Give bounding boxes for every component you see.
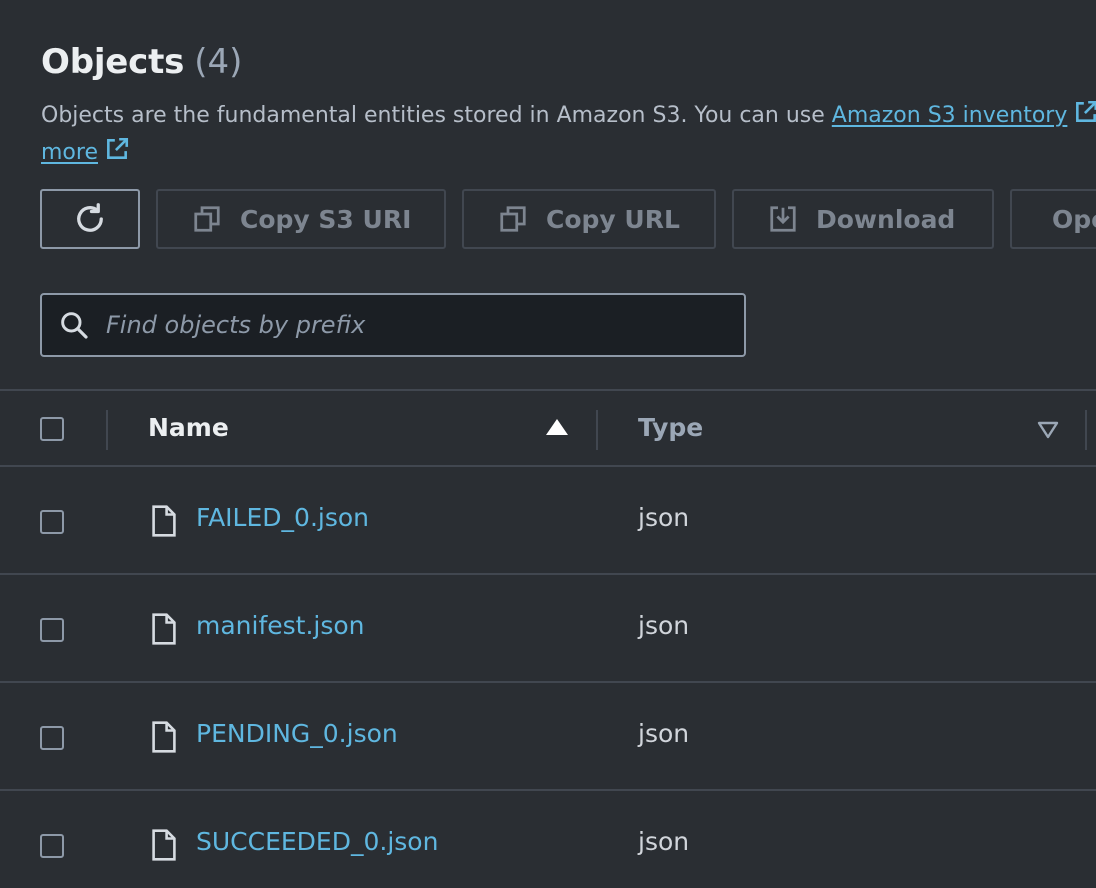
object-name-link[interactable]: manifest.json — [196, 611, 365, 640]
object-count: (4) — [194, 42, 243, 82]
file-icon — [151, 829, 177, 865]
inventory-link[interactable]: Amazon S3 inventory — [831, 100, 1096, 128]
copy-icon — [192, 204, 222, 234]
column-header-type[interactable]: Type — [638, 413, 703, 442]
description-text: Objects are the fundamental entities sto… — [41, 103, 832, 128]
table-header: Name Type — [0, 389, 1096, 467]
download-button[interactable]: Download — [732, 189, 994, 249]
open-label: Ope — [1052, 204, 1096, 234]
column-divider[interactable] — [106, 410, 108, 450]
external-link-icon — [1073, 99, 1096, 139]
column-divider[interactable] — [1085, 410, 1087, 450]
column-header-name[interactable]: Name — [148, 413, 229, 442]
more-link-label: more — [41, 140, 98, 165]
copy-s3-uri-button[interactable]: Copy S3 URI — [156, 189, 446, 249]
page-title-row: Objects (4) — [41, 42, 242, 86]
toolbar: Copy S3 URI Copy URL Download Ope — [0, 189, 1096, 253]
copy-icon — [498, 204, 528, 234]
row-checkbox[interactable] — [40, 726, 64, 750]
select-all-checkbox[interactable] — [40, 417, 64, 441]
inventory-link-label: Amazon S3 inventory — [831, 103, 1068, 128]
object-name-link[interactable]: FAILED_0.json — [196, 503, 369, 532]
row-checkbox[interactable] — [40, 618, 64, 642]
sort-ascending-icon[interactable] — [546, 419, 568, 435]
download-icon — [768, 204, 798, 234]
table-row: manifest.json json — [0, 575, 1096, 683]
refresh-icon — [72, 201, 108, 237]
column-divider[interactable] — [596, 410, 598, 450]
copy-s3-uri-label: Copy S3 URI — [240, 204, 412, 234]
sort-descending-icon[interactable] — [1037, 421, 1059, 443]
search-input[interactable] — [104, 310, 708, 340]
object-type: json — [638, 827, 690, 856]
file-icon — [151, 505, 177, 541]
file-icon — [151, 613, 177, 649]
copy-url-button[interactable]: Copy URL — [462, 189, 716, 249]
description-line-2: more — [41, 133, 130, 176]
object-name-link[interactable]: PENDING_0.json — [196, 719, 398, 748]
more-link[interactable]: more — [41, 137, 130, 165]
objects-panel: Objects (4) Objects are the fundamental … — [0, 0, 1096, 888]
search-icon — [58, 309, 90, 341]
table-row: SUCCEEDED_0.json json — [0, 791, 1096, 888]
search-box[interactable] — [40, 293, 746, 357]
table-row: PENDING_0.json json — [0, 683, 1096, 791]
object-name-link[interactable]: SUCCEEDED_0.json — [196, 827, 438, 856]
open-button[interactable]: Ope — [1010, 189, 1096, 249]
row-checkbox[interactable] — [40, 834, 64, 858]
object-type: json — [638, 611, 690, 640]
objects-table: Name Type FAILED_0.json json manifest.js… — [0, 389, 1096, 888]
object-type: json — [638, 719, 690, 748]
refresh-button[interactable] — [40, 189, 140, 249]
object-type: json — [638, 503, 690, 532]
row-checkbox[interactable] — [40, 510, 64, 534]
table-row: FAILED_0.json json — [0, 467, 1096, 575]
copy-url-label: Copy URL — [546, 204, 680, 234]
page-title: Objects — [41, 42, 185, 82]
external-link-icon — [104, 136, 130, 176]
file-icon — [151, 721, 177, 757]
description: Objects are the fundamental entities sto… — [41, 96, 1096, 139]
download-label: Download — [816, 204, 956, 234]
